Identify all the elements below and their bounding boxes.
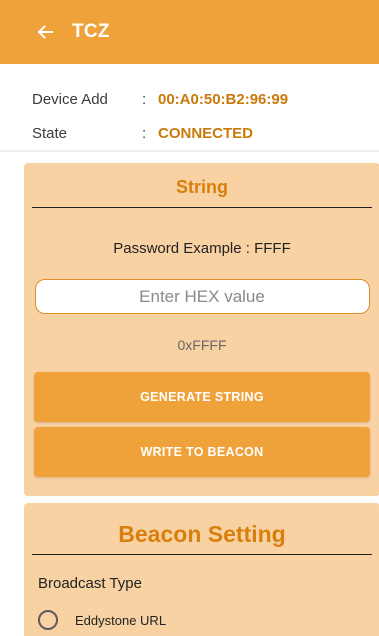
hex-value-input[interactable] <box>34 279 370 314</box>
app-bar: TCZ <box>0 0 379 64</box>
back-arrow-glyph <box>37 25 53 39</box>
device-address-value: 00:A0:50:B2:96:99 <box>158 90 289 108</box>
radio-option-label: Eddystone URL <box>75 612 167 628</box>
device-address-row: Device Add : 00:A0:50:B2:96:99 <box>32 82 362 116</box>
string-card: String Password Example : FFFF 0xFFFF GE… <box>24 163 379 496</box>
beacon-setting-heading: Beacon Setting <box>118 521 286 547</box>
radio-option-eddystone-url[interactable]: Eddystone URL <box>38 610 379 630</box>
broadcast-type-label: Broadcast Type <box>38 575 142 592</box>
string-card-divider <box>32 207 372 208</box>
state-value: CONNECTED <box>158 124 254 142</box>
beacon-setting-card: Beacon Setting Broadcast Type Eddystone … <box>24 503 379 636</box>
string-card-heading: String <box>176 177 228 197</box>
device-address-colon: : <box>142 90 147 108</box>
password-example: Password Example : FFFF <box>113 240 291 257</box>
radio-button[interactable] <box>38 610 58 630</box>
hex-display-value: 0xFFFF <box>177 337 227 353</box>
back-arrow-icon[interactable] <box>25 12 65 52</box>
state-colon: : <box>142 124 147 142</box>
write-to-beacon-button[interactable]: WRITE TO BEACON <box>34 427 370 477</box>
state-row: State : CONNECTED <box>32 116 362 150</box>
device-info: Device Add : 00:A0:50:B2:96:99 State : C… <box>32 82 362 150</box>
generate-string-button[interactable]: GENERATE STRING <box>34 372 370 422</box>
app-title: TCZ <box>72 21 110 42</box>
app-screen: TCZ Device Add : 00:A0:50:B2:96:99 State… <box>0 0 379 636</box>
beacon-setting-divider <box>32 554 372 555</box>
device-address-label: Device Add <box>32 90 108 108</box>
section-divider <box>0 150 379 152</box>
state-label: State <box>32 124 68 142</box>
